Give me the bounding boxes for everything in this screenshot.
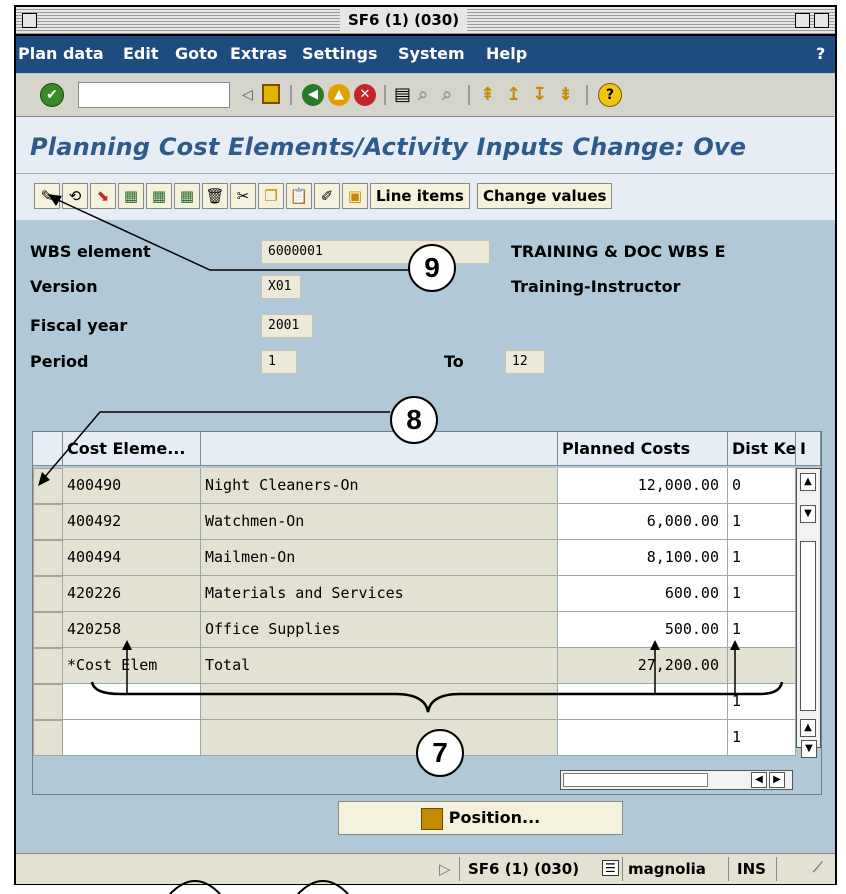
- cropped-callout-circle: [297, 880, 349, 894]
- callout-7: 7: [416, 729, 464, 777]
- arrow-head-9: [48, 194, 62, 206]
- arrow-head: [650, 640, 660, 650]
- arrow-head: [730, 640, 740, 650]
- arrow-head: [122, 640, 132, 650]
- callout-8: 8: [390, 396, 438, 444]
- leader-line-9: [57, 199, 410, 271]
- cropped-callout-circle: [169, 880, 221, 894]
- brace-7: [90, 681, 784, 713]
- callout-9: 9: [408, 244, 456, 292]
- leader-line-8: [43, 411, 390, 479]
